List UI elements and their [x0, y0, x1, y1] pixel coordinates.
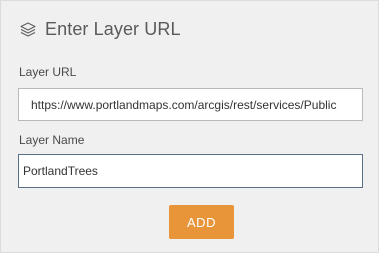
layer-name-label: Layer Name — [19, 133, 85, 147]
layer-name-input[interactable] — [18, 154, 363, 188]
panel-header: Enter Layer URL — [19, 19, 181, 40]
add-button[interactable]: ADD — [169, 205, 234, 239]
panel-title: Enter Layer URL — [45, 19, 181, 39]
layer-url-input[interactable] — [18, 88, 363, 121]
layer-url-label: Layer URL — [19, 65, 77, 79]
layers-icon — [19, 21, 37, 39]
enter-layer-url-panel: Enter Layer URL Layer URL Layer Name ADD — [0, 0, 379, 253]
